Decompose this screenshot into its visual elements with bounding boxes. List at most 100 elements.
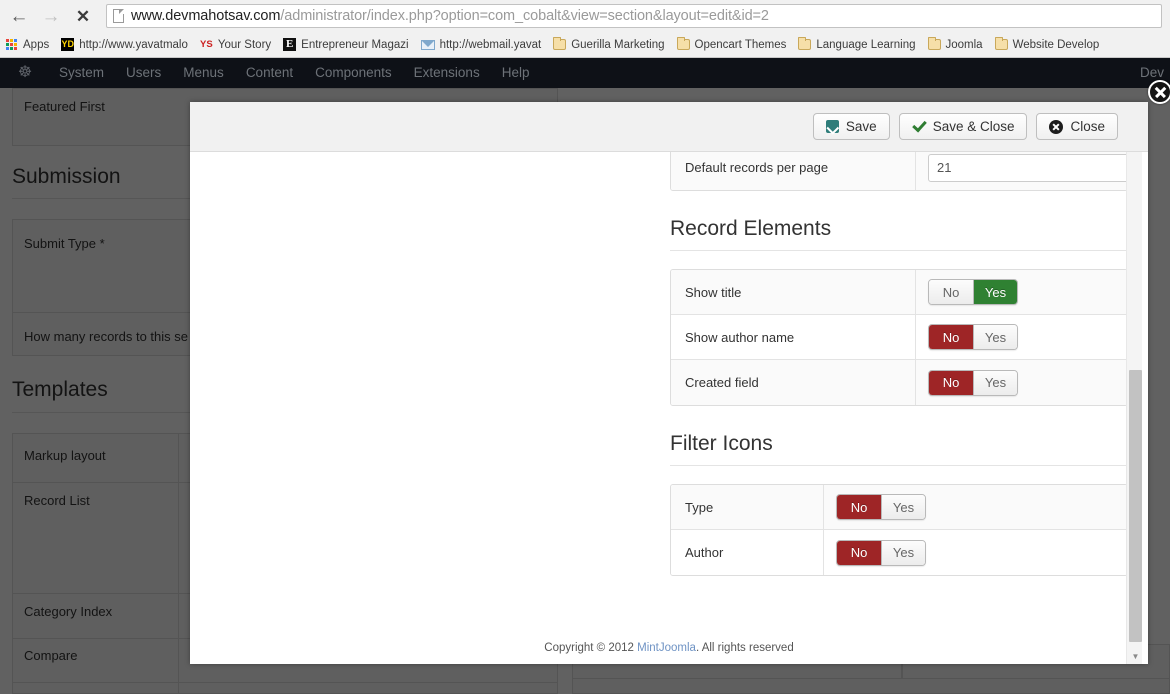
bookmark-apps[interactable]: Apps xyxy=(0,35,55,55)
joomla-admin-menu-bar: ☸ System Users Menus Content Components … xyxy=(0,58,1170,88)
toggle-option-no[interactable]: No xyxy=(929,370,973,395)
close-x-icon xyxy=(1154,86,1167,99)
save-and-close-button[interactable]: Save & Close xyxy=(898,113,1028,140)
scroll-down-arrow-icon[interactable]: ▼ xyxy=(1129,650,1142,664)
bookmark-label: Joomla xyxy=(945,38,983,51)
filter-icons-heading: Filter Icons xyxy=(670,432,773,455)
bookmark-item[interactable]: Guerilla Marketing xyxy=(547,35,670,55)
admin-menu-extensions[interactable]: Extensions xyxy=(403,58,491,88)
dialog-close-button[interactable] xyxy=(1148,80,1170,104)
record-elements-table: Show title No Yes Show author name No Ye… xyxy=(670,269,1128,406)
settings-form-column: Default records per page 21 Record Eleme… xyxy=(670,152,1130,576)
admin-menu-users[interactable]: Users xyxy=(115,58,172,88)
created-field-control: No Yes xyxy=(916,360,1127,405)
filter-author-control: No Yes xyxy=(824,530,1127,575)
toggle-option-no[interactable]: No xyxy=(929,325,973,349)
ys-icon: YS xyxy=(200,38,213,50)
joomla-logo-icon[interactable]: ☸ xyxy=(14,63,36,83)
filter-author-toggle[interactable]: No Yes xyxy=(836,539,926,566)
bookmark-item[interactable]: Language Learning xyxy=(792,35,921,55)
stop-x-icon[interactable]: ✕ xyxy=(70,3,96,29)
bookmark-label: http://www.yavatmalo xyxy=(79,38,188,51)
section-rule xyxy=(670,465,1128,466)
filter-type-label: Type xyxy=(671,485,824,529)
modal-scrollbar-thumb[interactable] xyxy=(1129,370,1142,642)
toggle-option-yes[interactable]: Yes xyxy=(973,280,1017,304)
address-bar[interactable]: www.devmahotsav.com/administrator/index.… xyxy=(106,4,1162,28)
apps-grid-icon xyxy=(6,38,18,51)
folder-icon xyxy=(553,37,567,50)
records-per-page-label: Default records per page xyxy=(671,152,916,190)
bookmark-item[interactable]: Website Develop xyxy=(989,35,1106,55)
save-pencil-square-icon xyxy=(825,120,839,133)
show-author-name-label: Show author name xyxy=(671,315,916,359)
close-button[interactable]: Close xyxy=(1036,113,1118,140)
folder-icon xyxy=(676,37,690,50)
toggle-option-yes[interactable]: Yes xyxy=(973,325,1017,349)
e-icon: E xyxy=(283,38,297,51)
admin-menu-components[interactable]: Components xyxy=(304,58,403,88)
table-row: Show title No Yes xyxy=(671,270,1127,315)
bookmark-item[interactable]: YS Your Story xyxy=(194,35,277,55)
folder-icon xyxy=(927,37,941,50)
table-row: Default records per page 21 xyxy=(671,152,1127,190)
folder-icon xyxy=(994,37,1008,50)
bookmark-item[interactable]: Opencart Themes xyxy=(671,35,793,55)
url-host: www.devmahotsav.com xyxy=(131,8,281,24)
show-author-name-control: No Yes xyxy=(916,315,1127,359)
toggle-option-no[interactable]: No xyxy=(837,540,881,565)
show-title-label: Show title xyxy=(671,270,916,314)
admin-menu-menus[interactable]: Menus xyxy=(172,58,235,88)
url-text: www.devmahotsav.com/administrator/index.… xyxy=(131,8,769,24)
section-edit-modal: Save Save & Close Close Default records … xyxy=(190,102,1148,664)
bookmark-label: http://webmail.yavat xyxy=(439,38,542,51)
modal-scrollbar[interactable]: ▼ xyxy=(1126,152,1142,664)
save-button[interactable]: Save xyxy=(812,113,890,140)
folder-icon xyxy=(798,37,812,50)
copyright-prefix: Copyright © 2012 xyxy=(544,642,638,654)
table-row: Created field No Yes xyxy=(671,360,1127,405)
records-per-page-input[interactable]: 21 xyxy=(928,153,1127,182)
modal-scroll-content: Default records per page 21 Record Eleme… xyxy=(190,152,1148,664)
record-elements-heading: Record Elements xyxy=(670,217,832,240)
section-rule xyxy=(670,250,1128,251)
back-arrow-icon[interactable]: ← xyxy=(6,3,32,29)
show-title-control: No Yes xyxy=(916,270,1127,314)
bookmark-item[interactable]: http://webmail.yavat xyxy=(415,35,548,55)
bookmark-label: Opencart Themes xyxy=(694,38,787,51)
admin-menu-content[interactable]: Content xyxy=(235,58,304,88)
toggle-option-no[interactable]: No xyxy=(929,280,973,304)
bookmark-label: Apps xyxy=(23,38,50,51)
save-and-close-button-label: Save & Close xyxy=(932,119,1015,134)
filter-type-toggle[interactable]: No Yes xyxy=(836,494,926,520)
forward-arrow-icon[interactable]: → xyxy=(38,3,64,29)
mintjoomla-link[interactable]: MintJoomla xyxy=(637,642,696,654)
bookmark-item[interactable]: E Entrepreneur Magazi xyxy=(277,35,414,55)
records-per-page-table: Default records per page 21 xyxy=(670,152,1128,191)
toggle-option-no[interactable]: No xyxy=(837,495,881,519)
toggle-option-yes[interactable]: Yes xyxy=(881,540,925,565)
mail-icon xyxy=(420,39,435,50)
close-button-label: Close xyxy=(1070,119,1105,134)
toolbar-button-group: Save Save & Close Close xyxy=(812,113,1118,140)
toggle-option-yes[interactable]: Yes xyxy=(973,370,1017,395)
show-author-name-toggle[interactable]: No Yes xyxy=(928,324,1018,350)
bookmark-item[interactable]: Joomla xyxy=(922,35,989,55)
page-document-icon xyxy=(113,9,124,23)
admin-menu-system[interactable]: System xyxy=(48,58,115,88)
filter-author-label: Author xyxy=(671,530,824,575)
yd-icon: YD xyxy=(61,38,75,51)
filter-icons-table: Type No Yes Author No Yes xyxy=(670,484,1128,576)
admin-menu-help[interactable]: Help xyxy=(491,58,541,88)
modal-toolbar: Save Save & Close Close xyxy=(190,102,1148,152)
bookmark-label: Guerilla Marketing xyxy=(571,38,665,51)
bookmark-item[interactable]: YD http://www.yavatmalo xyxy=(55,35,194,55)
table-row: Author No Yes xyxy=(671,530,1127,575)
toggle-option-yes[interactable]: Yes xyxy=(881,495,925,519)
check-icon xyxy=(912,120,926,133)
created-field-toggle[interactable]: No Yes xyxy=(928,369,1018,396)
modal-footer-copyright: Copyright © 2012 MintJoomla. All rights … xyxy=(190,642,1148,654)
created-field-label: Created field xyxy=(671,360,916,405)
browser-chrome: ← → ✕ www.devmahotsav.com/administrator/… xyxy=(0,0,1170,58)
show-title-toggle[interactable]: No Yes xyxy=(928,279,1018,305)
